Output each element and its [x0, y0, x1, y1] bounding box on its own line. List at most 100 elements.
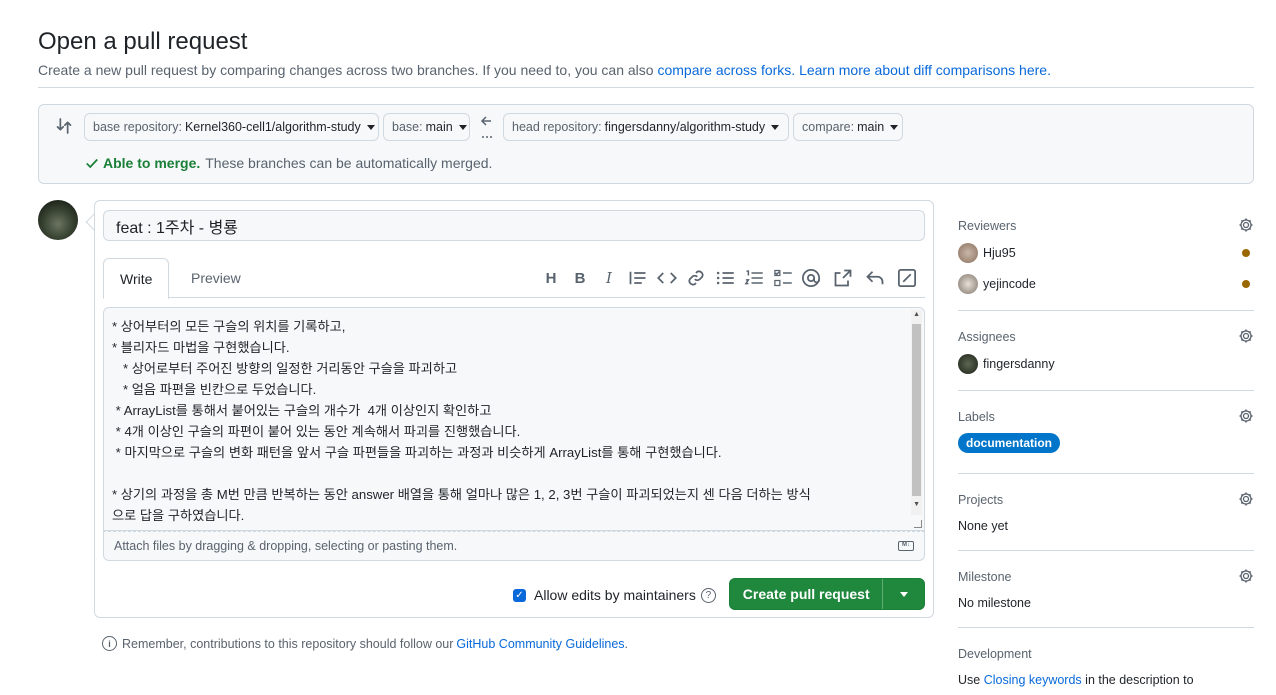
compare-branch-value: main — [857, 120, 885, 134]
reply-icon[interactable] — [865, 268, 885, 288]
projects-value: None yet — [958, 519, 1009, 533]
pr-body-line: * 상어부터의 모든 구슬의 위치를 기록하고, — [112, 319, 346, 334]
page-title: Open a pull request — [38, 28, 248, 55]
reviewers-section[interactable]: Reviewers — [958, 217, 1254, 233]
create-pull-request-label: Create pull request — [742, 586, 870, 602]
sidebar-divider — [958, 473, 1254, 474]
sidebar-divider — [958, 627, 1254, 628]
pr-body-textarea[interactable]: * 상어부터의 모든 구슬의 위치를 기록하고, * 블리자드 마법을 구현했습니… — [103, 307, 925, 531]
pr-body-line: 으로 답을 구하였습니다. — [112, 508, 245, 523]
milestone-value: No milestone — [958, 596, 1031, 610]
projects-title: Projects — [958, 493, 1004, 507]
labels-title: Labels — [958, 410, 995, 424]
link-icon[interactable] — [686, 268, 706, 288]
merge-status-message: These branches can be automatically merg… — [205, 155, 493, 171]
task-list-icon[interactable] — [773, 268, 793, 288]
label-documentation[interactable]: documentation — [958, 433, 1060, 453]
closing-keywords-link[interactable]: Closing keywords — [984, 673, 1082, 687]
learn-more-link[interactable]: Learn more about diff comparisons here. — [799, 62, 1051, 78]
pr-title-input[interactable]: feat : 1주차 - 병룡 — [103, 210, 925, 241]
avatar — [958, 243, 978, 263]
head-repository-label: head repository: — [512, 120, 602, 134]
pr-body-line: * 얼음 파편을 빈칸으로 두었습니다. — [112, 382, 317, 397]
resize-handle[interactable] — [914, 520, 922, 528]
pr-body-line: * 상기의 과정을 총 M번 만큼 반복하는 동안 answer 배열을 통해 … — [112, 487, 811, 502]
header-divider — [38, 87, 1254, 88]
remember-text: Remember, contributions to this reposito… — [122, 636, 454, 651]
attach-hint: Attach files by dragging & dropping, sel… — [114, 539, 458, 553]
tab-write[interactable]: Write — [103, 258, 170, 299]
author-avatar[interactable] — [38, 200, 78, 240]
cross-reference-icon[interactable] — [833, 268, 853, 288]
projects-section[interactable]: Projects — [958, 491, 1254, 507]
assignee-fingersdanny[interactable]: fingersdanny — [958, 354, 1055, 374]
unordered-list-icon[interactable] — [715, 268, 735, 288]
assignee-name: fingersdanny — [983, 357, 1055, 371]
compare-icon — [56, 118, 72, 134]
assignees-title: Assignees — [958, 330, 1016, 344]
milestone-section[interactable]: Milestone — [958, 568, 1254, 584]
merge-status-title: Able to merge. — [103, 155, 201, 171]
markdown-icon[interactable]: M↓ — [898, 541, 914, 551]
italic-icon[interactable]: I — [599, 268, 619, 288]
allow-edits[interactable]: ✓ Allow edits by maintainers ? — [513, 587, 716, 603]
base-branch-label: base: — [392, 120, 423, 134]
gear-icon[interactable] — [1238, 408, 1254, 424]
community-guidelines-link[interactable]: GitHub Community Guidelines — [456, 637, 624, 651]
compare-branch-select[interactable]: compare: main — [793, 113, 903, 141]
reviewers-title: Reviewers — [958, 219, 1017, 233]
scroll-down-icon[interactable]: ▼ — [913, 501, 920, 508]
reviewer-name: yejincode — [983, 277, 1036, 291]
attach-files-bar[interactable]: Attach files by dragging & dropping, sel… — [103, 531, 925, 561]
base-repository-label: base repository: — [93, 120, 182, 134]
create-options-dropdown[interactable] — [882, 579, 924, 609]
editor-tabs: Write Preview H B I — [103, 258, 925, 299]
pending-review-icon — [1242, 280, 1250, 288]
scrollbar-thumb[interactable] — [912, 324, 921, 496]
pr-body-line — [112, 463, 902, 484]
base-repository-select[interactable]: base repository: Kernel360-cell1/algorith… — [84, 113, 379, 141]
base-repository-value: Kernel360-cell1/algorithm-study — [184, 120, 361, 134]
avatar — [958, 274, 978, 294]
gear-icon[interactable] — [1238, 328, 1254, 344]
quote-icon[interactable] — [628, 268, 648, 288]
sidebar-divider — [958, 550, 1254, 551]
reviewer-hju95[interactable]: Hju95 — [958, 243, 1016, 263]
gear-icon[interactable] — [1238, 217, 1254, 233]
code-icon[interactable] — [657, 268, 677, 288]
merge-status: Able to merge. These branches can be aut… — [85, 155, 492, 171]
ordered-list-icon[interactable] — [744, 268, 764, 288]
allow-edits-checkbox[interactable]: ✓ — [513, 588, 526, 602]
sidebar-divider — [958, 310, 1254, 311]
info-icon: i — [102, 636, 117, 651]
base-branch-select[interactable]: base: main — [383, 113, 470, 141]
remember-period: . — [624, 636, 629, 651]
scroll-up-icon[interactable]: ▲ — [913, 311, 920, 318]
mention-icon[interactable] — [801, 268, 821, 288]
assignees-section[interactable]: Assignees — [958, 328, 1254, 344]
arrow-left-icon — [480, 116, 492, 138]
range-editor: base repository: Kernel360-cell1/algorith… — [38, 104, 1254, 184]
check-icon — [86, 158, 98, 169]
pr-body-line: * 블리자드 마법을 구현했습니다. — [112, 340, 290, 355]
gear-icon[interactable] — [1238, 568, 1254, 584]
head-repository-select[interactable]: head repository: fingersdanny/algorithm-s… — [503, 113, 789, 141]
fullscreen-icon[interactable] — [897, 268, 917, 288]
tab-preview[interactable]: Preview — [175, 258, 257, 298]
reviewer-yejincode[interactable]: yejincode — [958, 274, 1036, 294]
heading-icon[interactable]: H — [541, 268, 561, 288]
development-pre: Use — [958, 673, 981, 687]
compare-forks-link[interactable]: compare across forks. — [657, 62, 795, 78]
development-text: Use Closing keywords in the description … — [958, 673, 1194, 687]
create-pull-request-button[interactable]: Create pull request — [729, 578, 925, 610]
development-title: Development — [958, 647, 1032, 661]
caret-down-icon — [366, 124, 375, 130]
labels-section[interactable]: Labels — [958, 408, 1254, 424]
help-icon[interactable]: ? — [700, 587, 716, 603]
development-section: Development — [958, 647, 1254, 661]
caret-down-icon — [899, 591, 908, 597]
gear-icon[interactable] — [1238, 491, 1254, 507]
bold-icon[interactable]: B — [570, 268, 590, 288]
reviewer-name: Hju95 — [983, 246, 1016, 260]
milestone-title: Milestone — [958, 570, 1012, 584]
